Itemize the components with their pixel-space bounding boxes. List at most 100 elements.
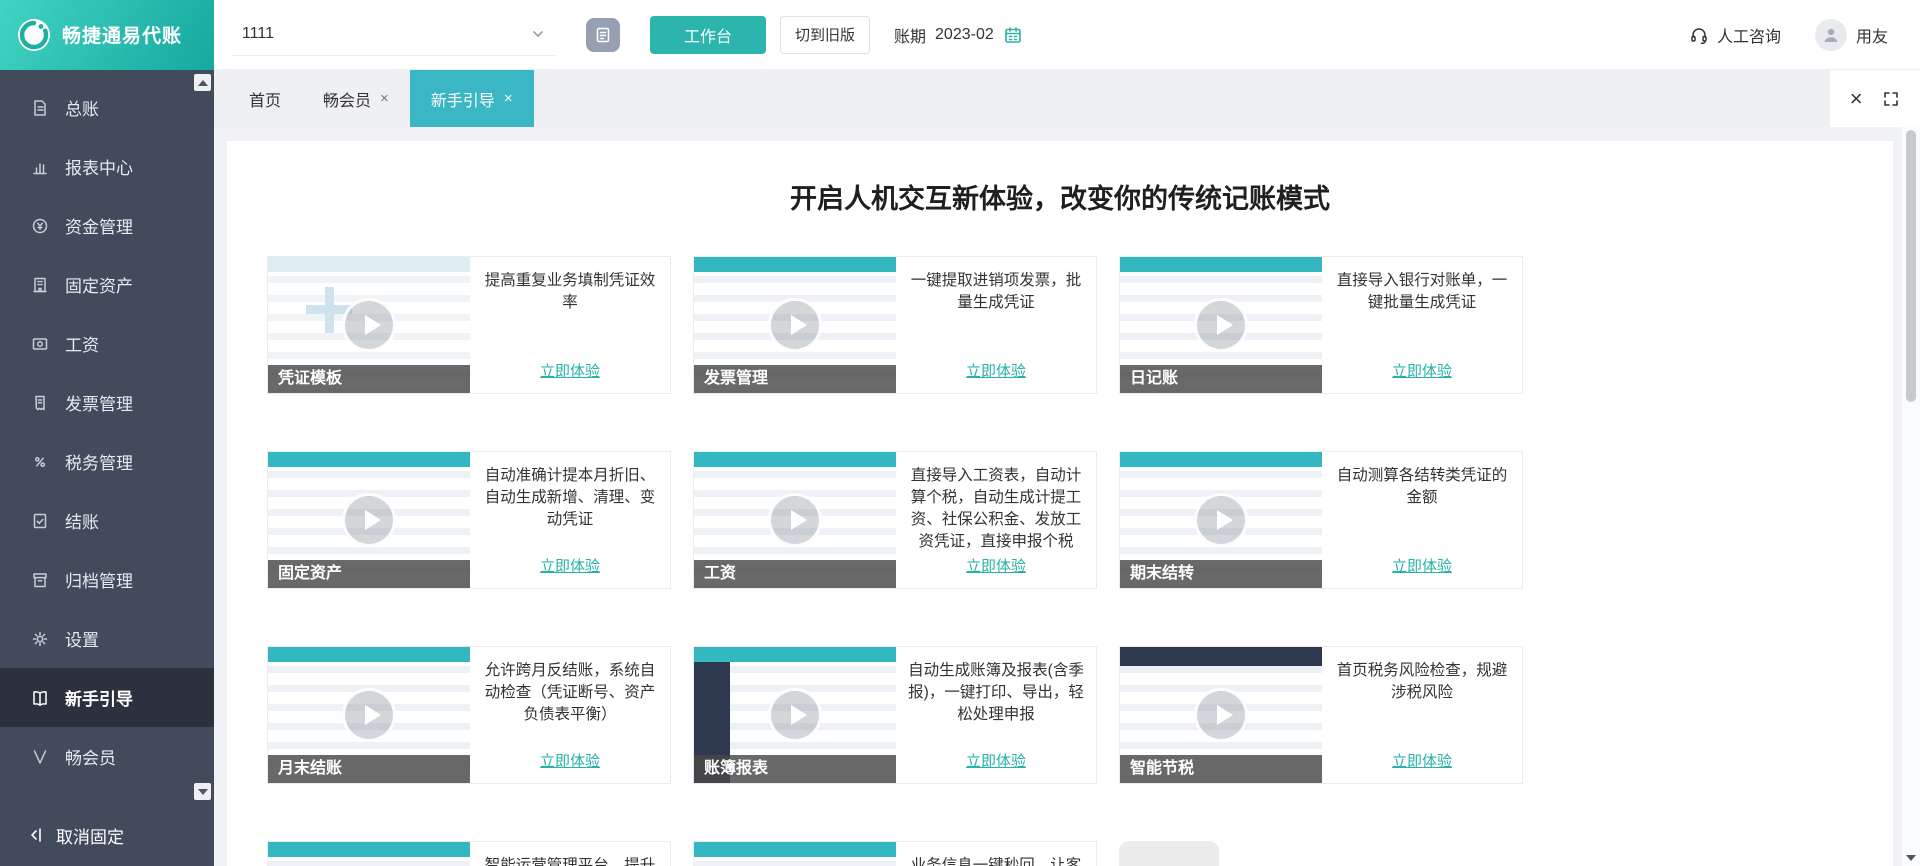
sidebar-item-label: 归档管理 [65, 572, 133, 591]
try-now-link[interactable]: 立即体验 [966, 555, 1026, 576]
feature-card: 业务信息一键秒回，让客 [693, 841, 1097, 866]
sidebar-item-report-center[interactable]: 报表中心 [0, 137, 214, 196]
try-now-link[interactable]: 立即体验 [540, 555, 600, 576]
sidebar-item-beginner-guide[interactable]: 新手引导 [0, 668, 214, 727]
play-icon[interactable] [1194, 298, 1248, 352]
note-icon [596, 27, 610, 42]
company-selector[interactable]: 1111 [232, 14, 556, 56]
play-icon[interactable] [342, 688, 396, 742]
card-body: 首页税务风险检查，规避涉税风险 立即体验 [1322, 647, 1522, 783]
placeholder-box [1119, 841, 1219, 866]
sidebar-item-archive[interactable]: 归档管理 [0, 550, 214, 609]
try-now-link[interactable]: 立即体验 [966, 750, 1026, 771]
period-label: 账期 [894, 28, 927, 46]
video-thumbnail[interactable] [268, 842, 470, 866]
unpin-label: 取消固定 [56, 827, 124, 847]
sidebar-item-member[interactable]: 畅会员 [0, 727, 214, 786]
headset-icon [1691, 27, 1707, 44]
close-pane-icon[interactable]: × [1850, 87, 1863, 110]
sidebar-item-funds[interactable]: 资金管理 [0, 196, 214, 255]
video-thumbnail[interactable]: 固定资产 [268, 452, 470, 588]
card-description: 自动生成账簿及报表(含季报)，一键打印、导出，轻松处理申报 [908, 662, 1084, 723]
period-value[interactable]: 2023-02 [935, 26, 994, 44]
feature-card: 月末结账 允许跨月反结账，系统自动检查（凭证断号、资产负债表平衡） 立即体验 [267, 646, 671, 784]
tab-close-icon[interactable]: × [380, 90, 389, 107]
tab-member[interactable]: 畅会员 × [302, 70, 410, 127]
support-button[interactable]: 人工咨询 [1689, 23, 1781, 47]
guide-page: 开启人机交互新体验，改变你的传统记账模式 凭证模板 提高重复业务填制凭证效率 立… [214, 127, 1920, 866]
calendar-icon[interactable] [1003, 25, 1023, 45]
sidebar-item-label: 新手引导 [65, 690, 133, 709]
workbench-button[interactable]: 工作台 [650, 15, 766, 54]
try-now-link[interactable]: 立即体验 [540, 360, 600, 381]
video-thumbnail[interactable]: 账簿报表 [694, 647, 896, 783]
try-now-link[interactable]: 立即体验 [1392, 360, 1452, 381]
try-now-link[interactable]: 立即体验 [1392, 555, 1452, 576]
video-thumbnail[interactable]: 凭证模板 [268, 257, 470, 393]
video-thumbnail[interactable]: 工资 [694, 452, 896, 588]
tab-beginner-guide[interactable]: 新手引导 × [409, 70, 534, 127]
sidebar-scroll-up[interactable] [194, 74, 211, 91]
sidebar: 总账 报表中心 资金管理 固定资产 工资 发票管理 税务管理 结账 归档管理 设… [0, 70, 214, 866]
video-title: 凭证模板 [268, 365, 470, 393]
logo-text: 畅捷通易代账 [62, 26, 183, 47]
sidebar-item-label: 资金管理 [65, 218, 133, 237]
video-thumbnail[interactable]: 月末结账 [268, 647, 470, 783]
sidebar-item-settings[interactable]: 设置 [0, 609, 214, 668]
sidebar-item-label: 税务管理 [65, 454, 133, 473]
sidebar-item-general-ledger[interactable]: 总账 [0, 78, 214, 137]
sidebar-item-closing[interactable]: 结账 [0, 491, 214, 550]
fullscreen-icon[interactable] [1882, 90, 1900, 108]
sidebar-menu: 总账 报表中心 资金管理 固定资产 工资 发票管理 税务管理 结账 归档管理 设… [0, 70, 214, 786]
vertical-scrollbar [1902, 127, 1920, 866]
play-icon[interactable] [342, 298, 396, 352]
sidebar-item-tax[interactable]: 税务管理 [0, 432, 214, 491]
user-menu[interactable]: 用友 [1814, 18, 1888, 51]
accounting-period: 账期 2023-02 [894, 23, 1023, 47]
switch-old-version-button[interactable]: 切到旧版 [780, 15, 871, 54]
guide-panel: 开启人机交互新体验，改变你的传统记账模式 凭证模板 提高重复业务填制凭证效率 立… [227, 141, 1893, 866]
play-icon[interactable] [1194, 493, 1248, 547]
feature-card: 固定资产 自动准确计提本月折旧、自动生成新增、清理、变动凭证 立即体验 [267, 451, 671, 589]
play-icon[interactable] [1194, 688, 1248, 742]
try-now-link[interactable]: 立即体验 [966, 360, 1026, 381]
play-icon[interactable] [768, 688, 822, 742]
play-icon[interactable] [342, 493, 396, 547]
unpin-sidebar-button[interactable]: 取消固定 [0, 804, 214, 866]
tab-close-icon[interactable]: × [504, 90, 513, 107]
card-body: 自动测算各结转类凭证的金额 立即体验 [1322, 452, 1522, 588]
video-thumbnail[interactable]: 发票管理 [694, 257, 896, 393]
card-description: 一键提取进销项发票，批量生成凭证 [910, 272, 1082, 311]
invoice-icon [35, 395, 45, 410]
sidebar-item-invoice[interactable]: 发票管理 [0, 373, 214, 432]
card-description: 业务信息一键秒回，让客 [910, 857, 1082, 866]
card-body: 一键提取进销项发票，批量生成凭证 立即体验 [896, 257, 1096, 393]
sidebar-item-label: 工资 [65, 336, 99, 355]
sidebar-item-fixed-assets[interactable]: 固定资产 [0, 255, 214, 314]
video-title: 期末结转 [1120, 560, 1322, 588]
video-thumbnail[interactable]: 日记账 [1120, 257, 1322, 393]
card-description: 直接导入银行对账单，一键批量生成凭证 [1336, 272, 1508, 311]
play-icon[interactable] [768, 493, 822, 547]
video-thumbnail[interactable]: 智能节税 [1120, 647, 1322, 783]
collapse-icon [31, 828, 41, 842]
quick-note-button[interactable] [586, 17, 620, 52]
try-now-link[interactable]: 立即体验 [540, 750, 600, 771]
page-title: 开启人机交互新体验，改变你的传统记账模式 [790, 184, 1330, 214]
archive-icon [33, 572, 47, 587]
sidebar-item-salary[interactable]: 工资 [0, 314, 214, 373]
sidebar-scroll-down[interactable] [194, 783, 211, 800]
play-icon[interactable] [768, 298, 822, 352]
scrollbar-thumb[interactable] [1906, 130, 1916, 402]
feature-card: 智能节税 首页税务风险检查，规避涉税风险 立即体验 [1119, 646, 1523, 784]
card-body: 允许跨月反结账，系统自动检查（凭证断号、资产负债表平衡） 立即体验 [470, 647, 670, 783]
video-title: 智能节税 [1120, 755, 1322, 783]
scrollbar-down-arrow[interactable] [1906, 855, 1916, 861]
tabbar-actions: × [1830, 70, 1920, 127]
tab-home[interactable]: 首页 [228, 70, 302, 127]
salary-icon [32, 337, 48, 350]
video-thumbnail[interactable] [694, 842, 896, 866]
video-thumbnail[interactable]: 期末结转 [1120, 452, 1322, 588]
video-title: 账簿报表 [694, 755, 896, 783]
try-now-link[interactable]: 立即体验 [1392, 750, 1452, 771]
